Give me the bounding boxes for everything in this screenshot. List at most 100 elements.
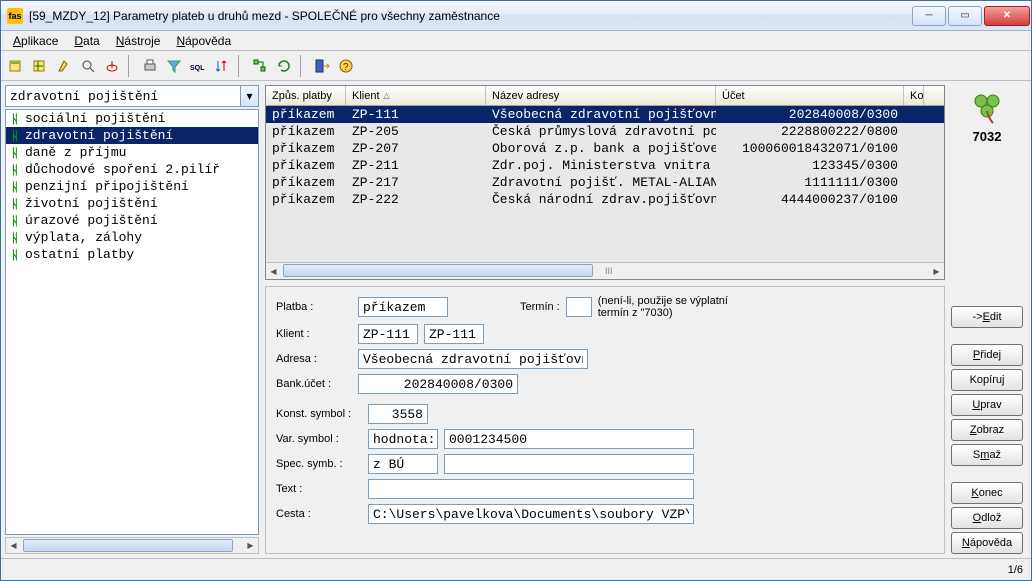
- category-list[interactable]: ᚺsociální pojištěníᚺzdravotní pojištěníᚺ…: [5, 109, 259, 535]
- scroll-thumb[interactable]: [283, 264, 593, 277]
- scroll-right-arrow[interactable]: ▶: [243, 538, 258, 553]
- scroll-left-arrow[interactable]: ◀: [266, 264, 281, 279]
- clover-icon: [963, 87, 1011, 127]
- list-item[interactable]: ᚺpenzijní připojištění: [6, 178, 258, 195]
- klient-name-field[interactable]: [424, 324, 484, 344]
- logo-number: 7032: [973, 129, 1002, 144]
- menu-nastroje[interactable]: Nástroje: [110, 32, 167, 50]
- adresa-field[interactable]: [358, 349, 588, 369]
- menu-aplikace[interactable]: Aplikace: [7, 32, 64, 50]
- var-kind-field[interactable]: [368, 429, 438, 449]
- list-item-label: zdravotní pojištění: [25, 128, 173, 143]
- maximize-button[interactable]: ▭: [948, 6, 982, 26]
- col-zpus-platby[interactable]: Způs. platby: [266, 86, 346, 105]
- spec-kind-field[interactable]: [368, 454, 438, 474]
- scroll-left-arrow[interactable]: ◀: [6, 538, 21, 553]
- item-glyph-icon: ᚺ: [8, 112, 22, 126]
- category-combo[interactable]: ▾: [5, 85, 259, 107]
- list-item[interactable]: ᚺúrazové pojištění: [6, 212, 258, 229]
- table-cell: 1111111/0300: [716, 175, 904, 190]
- toolbar-help-button[interactable]: ?: [335, 55, 357, 77]
- list-item[interactable]: ᚺdůchodové spoření 2.pilíř: [6, 161, 258, 178]
- odloz-button[interactable]: Odlož: [951, 507, 1023, 529]
- toolbar-refresh-button[interactable]: [273, 55, 295, 77]
- list-item[interactable]: ᚺsociální pojištění: [6, 110, 258, 127]
- kopiruj-button[interactable]: Kopíruj: [951, 369, 1023, 391]
- toolbar-btn-1[interactable]: [5, 55, 27, 77]
- list-item-label: daně z příjmu: [25, 145, 126, 160]
- toolbar: SQL ?: [1, 51, 1031, 81]
- zobraz-button[interactable]: Zobraz: [951, 419, 1023, 441]
- col-klient[interactable]: Klient△: [346, 86, 486, 105]
- toolbar-sql-button[interactable]: SQL: [187, 55, 209, 77]
- table-cell: ZP-207: [346, 141, 486, 156]
- pridej-button[interactable]: Přidej: [951, 344, 1023, 366]
- var-value-field[interactable]: [444, 429, 694, 449]
- edit-button[interactable]: -> Edit: [951, 306, 1023, 328]
- table-cell: 202840008/0300: [716, 107, 904, 122]
- list-item[interactable]: ᚺzdravotní pojištění: [6, 127, 258, 144]
- toolbar-sort-button[interactable]: [211, 55, 233, 77]
- col-ucet[interactable]: Účet: [716, 86, 904, 105]
- table-cell: příkazem: [266, 124, 346, 139]
- menu-data[interactable]: Data: [68, 32, 105, 50]
- termin-field[interactable]: [566, 297, 592, 317]
- adresa-label: Adresa :: [276, 353, 352, 365]
- table-row[interactable]: příkazemZP-222Česká národní zdrav.pojišť…: [266, 191, 944, 208]
- table-row[interactable]: příkazemZP-217Zdravotní pojišť. METAL-AL…: [266, 174, 944, 191]
- platba-field[interactable]: [358, 297, 448, 317]
- grid-horizontal-scrollbar[interactable]: ◀ III ▶: [266, 262, 944, 279]
- scroll-thumb[interactable]: [23, 539, 233, 552]
- list-item-label: ostatní platby: [25, 247, 134, 262]
- data-grid[interactable]: Způs. platby Klient△ Název adresy Účet K…: [265, 85, 945, 280]
- col-ko[interactable]: Ko: [904, 86, 924, 105]
- list-item[interactable]: ᚺdaně z příjmu: [6, 144, 258, 161]
- table-row[interactable]: příkazemZP-205Česká průmyslová zdravotní…: [266, 123, 944, 140]
- window-title: [59_MZDY_12] Parametry plateb u druhů me…: [29, 9, 911, 23]
- minimize-button[interactable]: ─: [912, 6, 946, 26]
- table-cell: příkazem: [266, 107, 346, 122]
- list-item[interactable]: ᚺživotní pojištění: [6, 195, 258, 212]
- napoveda-button[interactable]: Nápověda: [951, 532, 1023, 554]
- text-field[interactable]: [368, 479, 694, 499]
- table-cell: Česká národní zdrav.pojišťovna: [486, 192, 716, 207]
- menu-napoveda[interactable]: Nápověda: [170, 32, 237, 50]
- toolbar-print-button[interactable]: [139, 55, 161, 77]
- konec-button[interactable]: Konec: [951, 482, 1023, 504]
- table-row[interactable]: příkazemZP-211Zdr.poj. Ministerstva vnit…: [266, 157, 944, 174]
- toolbar-btn-4[interactable]: [77, 55, 99, 77]
- table-cell: příkazem: [266, 175, 346, 190]
- klient-label: Klient :: [276, 328, 352, 340]
- toolbar-tree-button[interactable]: [249, 55, 271, 77]
- scroll-right-arrow[interactable]: ▶: [929, 264, 944, 279]
- toolbar-btn-2[interactable]: [29, 55, 51, 77]
- cesta-field[interactable]: [368, 504, 694, 524]
- table-row[interactable]: příkazemZP-111Všeobecná zdravotní pojišť…: [266, 106, 944, 123]
- toolbar-exit-button[interactable]: [311, 55, 333, 77]
- konst-field[interactable]: [368, 404, 428, 424]
- uprav-button[interactable]: Uprav: [951, 394, 1023, 416]
- smaz-button[interactable]: Smaž: [951, 444, 1023, 466]
- table-cell: ZP-211: [346, 158, 486, 173]
- list-item[interactable]: ᚺostatní platby: [6, 246, 258, 263]
- category-combo-input[interactable]: [6, 87, 240, 106]
- klient-code-field[interactable]: [358, 324, 418, 344]
- table-cell: ZP-205: [346, 124, 486, 139]
- col-nazev-adresy[interactable]: Název adresy: [486, 86, 716, 105]
- table-row[interactable]: příkazemZP-207Oborová z.p. bank a pojišť…: [266, 140, 944, 157]
- toolbar-btn-5[interactable]: [101, 55, 123, 77]
- grid-body[interactable]: příkazemZP-111Všeobecná zdravotní pojišť…: [266, 106, 944, 262]
- close-button[interactable]: ✕: [984, 6, 1030, 26]
- konst-label: Konst. symbol :: [276, 408, 362, 420]
- toolbar-btn-3[interactable]: [53, 55, 75, 77]
- chevron-down-icon[interactable]: ▾: [240, 86, 258, 106]
- list-item-label: důchodové spoření 2.pilíř: [25, 162, 220, 177]
- list-item[interactable]: ᚺvýplata, zálohy: [6, 229, 258, 246]
- table-cell: 4444000237/0100: [716, 192, 904, 207]
- spec-value-field[interactable]: [444, 454, 694, 474]
- bankucet-field[interactable]: [358, 374, 518, 394]
- table-cell: 100060018432071/0100: [716, 141, 904, 156]
- item-glyph-icon: ᚺ: [8, 129, 22, 143]
- left-horizontal-scrollbar[interactable]: ◀ ▶: [5, 537, 259, 554]
- toolbar-filter-button[interactable]: [163, 55, 185, 77]
